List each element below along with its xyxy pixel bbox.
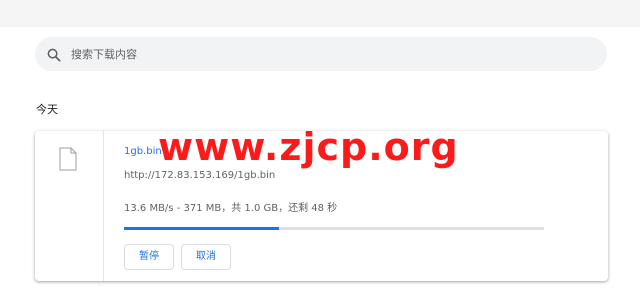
watermark-text: www.zjcp.org: [158, 125, 459, 169]
file-name-link[interactable]: 1gb.bin: [124, 146, 162, 157]
search-input[interactable]: [71, 37, 591, 71]
progress-bar: [124, 227, 544, 230]
file-icon: [59, 147, 77, 171]
progress-bar-fill: [124, 227, 280, 230]
search-icon: [47, 47, 61, 62]
cancel-button[interactable]: 取消: [181, 244, 231, 270]
pause-button[interactable]: 暂停: [124, 244, 174, 270]
top-bar: [0, 0, 640, 27]
search-box[interactable]: [35, 37, 607, 71]
date-heading: 今天: [36, 103, 58, 116]
file-url: http://172.83.153.169/1gb.bin: [124, 170, 276, 181]
card-divider: [103, 131, 104, 281]
download-status-text: 13.6 MB/s - 371 MB，共 1.0 GB，还剩 48 秒: [124, 203, 338, 214]
